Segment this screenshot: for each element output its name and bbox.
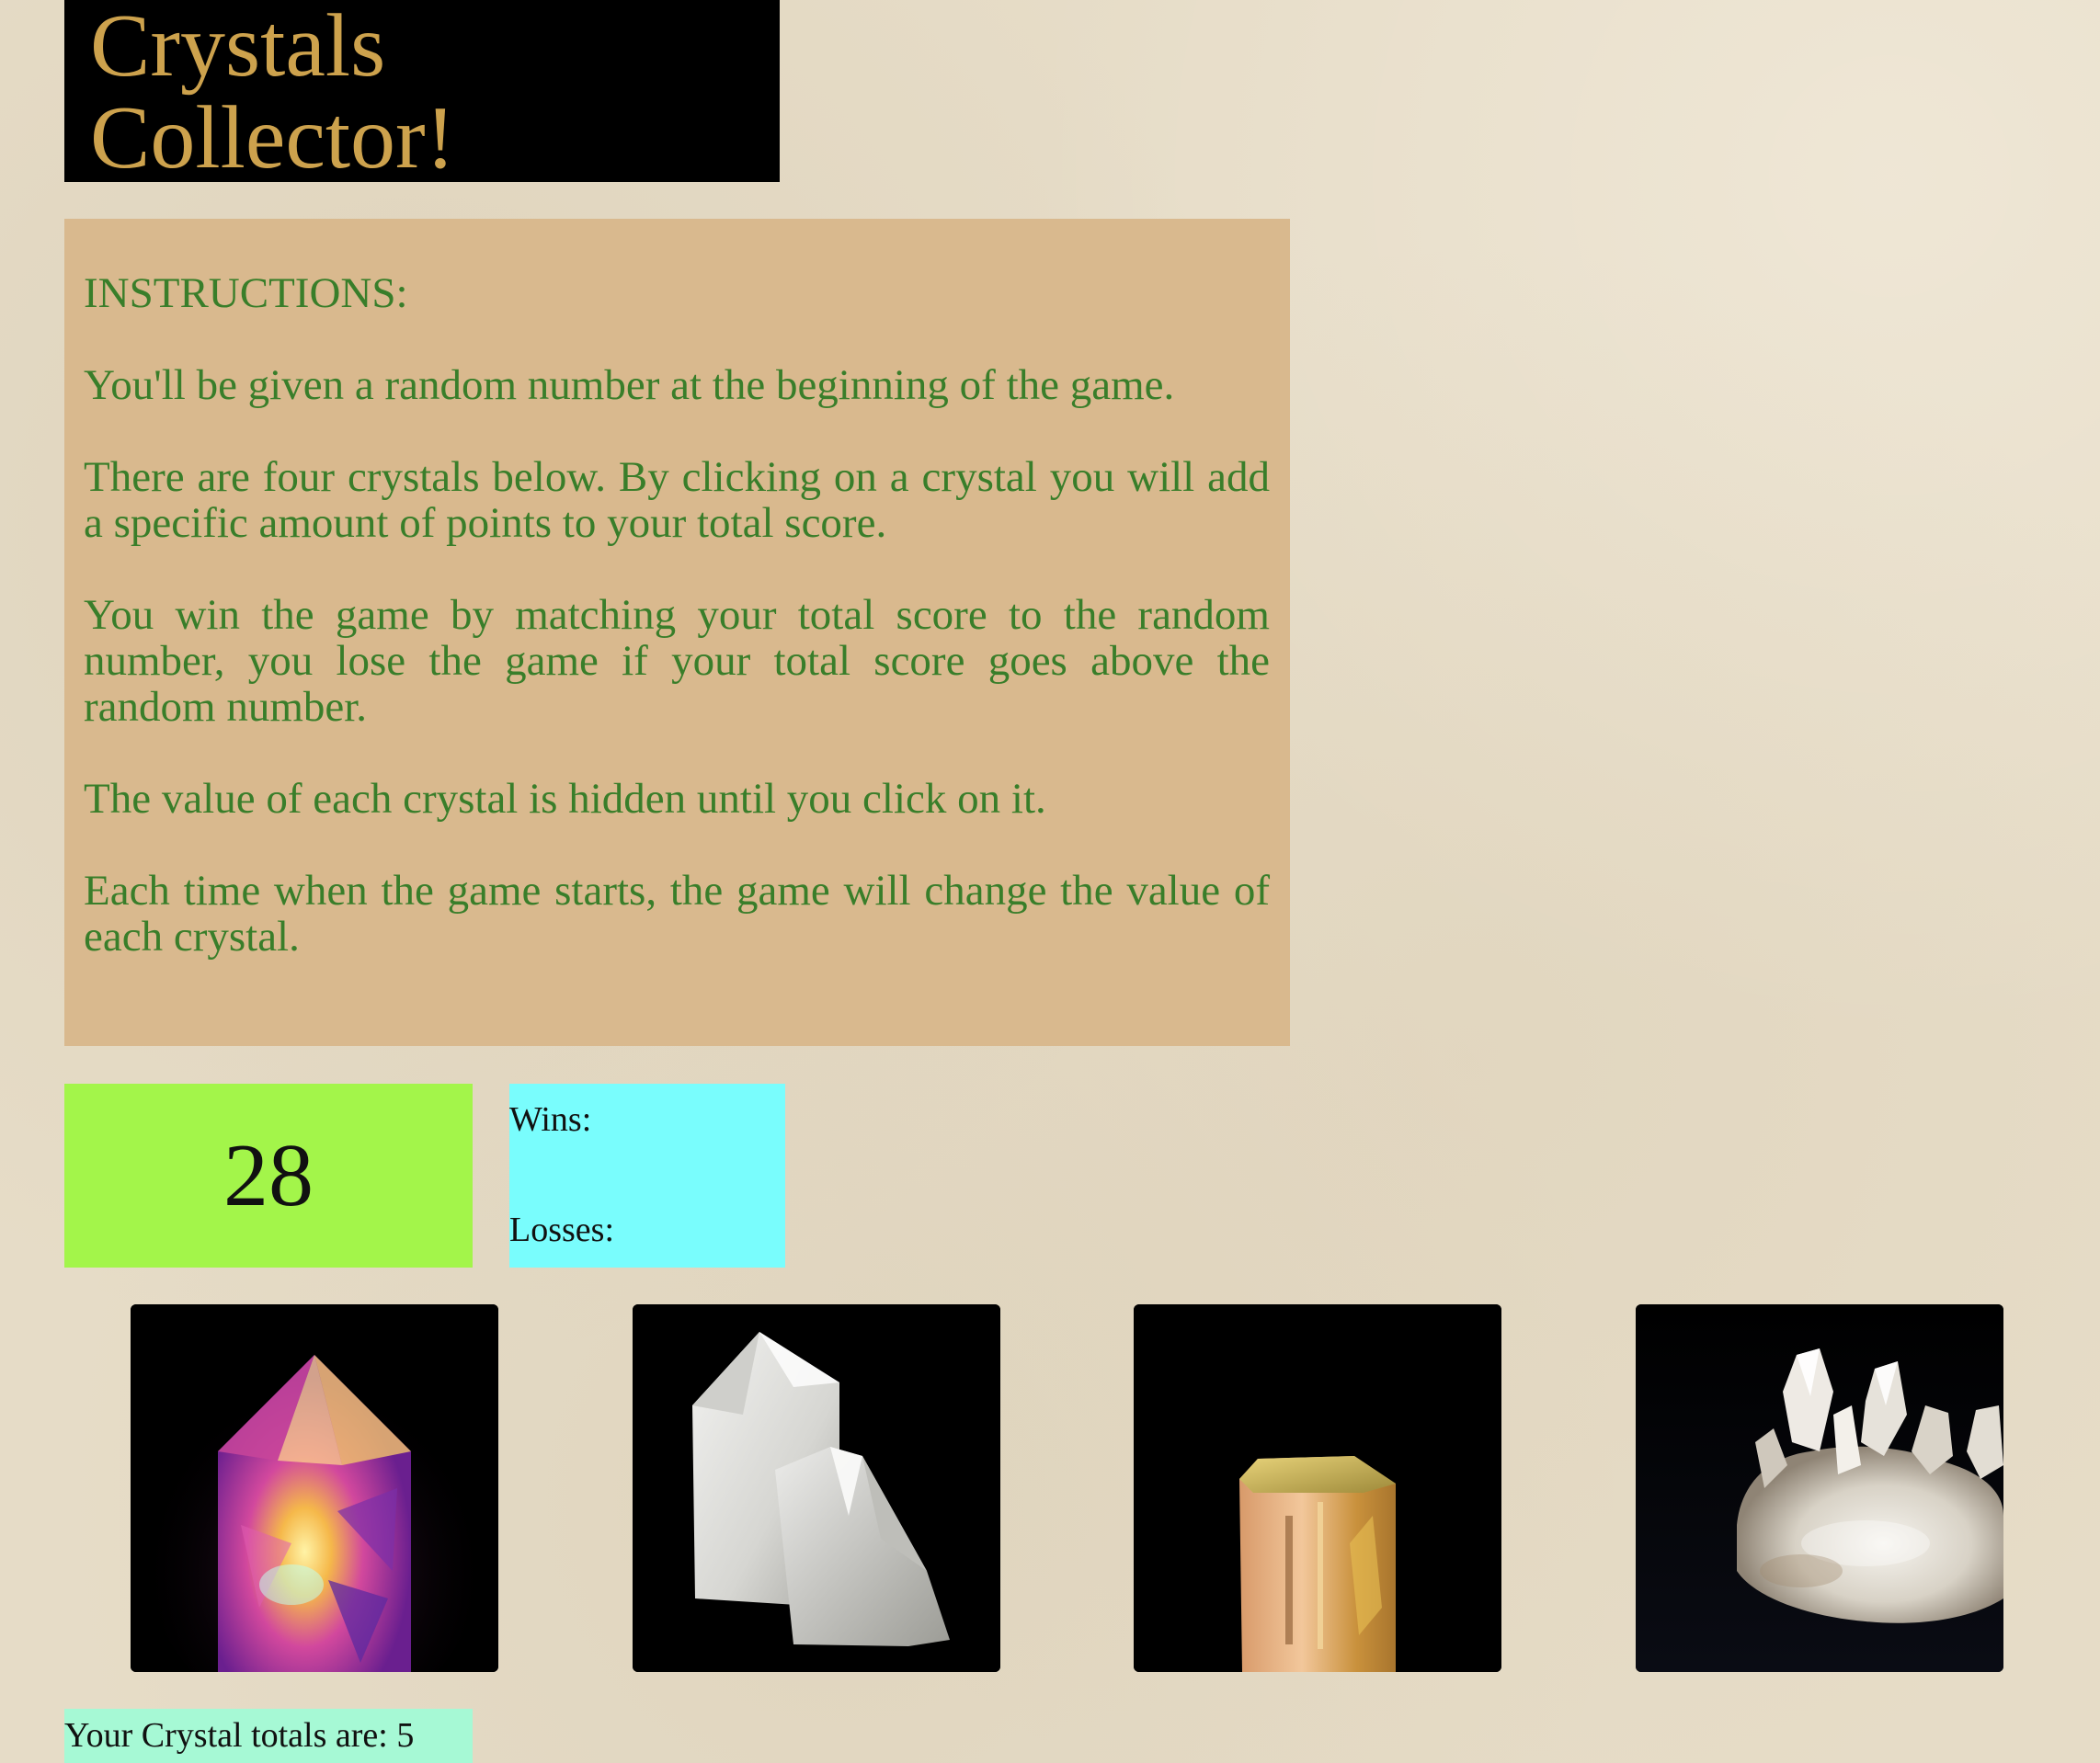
quartz-cluster-crystal-icon <box>1636 1304 2003 1672</box>
crystal-button-3[interactable] <box>1134 1304 1501 1672</box>
crystal-totals-text: Your Crystal totals are: 5 <box>64 1716 415 1755</box>
crystal-button-1[interactable] <box>131 1304 498 1672</box>
score-board: Wins: Losses: <box>509 1084 785 1268</box>
amethyst-crystal-icon <box>131 1304 498 1672</box>
instruction-paragraph: The value of each crystal is hidden unti… <box>84 775 1046 823</box>
target-number: 28 <box>223 1126 314 1225</box>
wins-label: Wins: <box>509 1100 592 1139</box>
instruction-paragraph: There are four crystals below. By clicki… <box>84 453 1270 547</box>
instruction-paragraph: Each time when the game starts, the game… <box>84 867 1270 961</box>
game-title-line-2: Collector! <box>90 88 456 188</box>
crystal-button-2[interactable] <box>633 1304 1000 1672</box>
white-quartz-crystal-icon <box>633 1304 1000 1672</box>
instructions-panel: INSTRUCTIONS: You'll be given a random n… <box>64 219 1290 1046</box>
instruction-paragraph: You'll be given a random number at the b… <box>84 361 1175 409</box>
instructions-heading: INSTRUCTIONS: <box>84 269 408 317</box>
target-number-box: 28 <box>64 1084 473 1268</box>
losses-label: Losses: <box>509 1211 614 1249</box>
crystal-button-4[interactable] <box>1636 1304 2003 1672</box>
game-title-line-1: Crystals <box>90 0 386 96</box>
topaz-crystal-icon <box>1134 1304 1501 1672</box>
instruction-paragraph: You win the game by matching your total … <box>84 591 1270 731</box>
title-banner: Crystals Collector! <box>64 0 780 188</box>
crystal-totals-box: Your Crystal totals are: 5 <box>64 1709 473 1763</box>
